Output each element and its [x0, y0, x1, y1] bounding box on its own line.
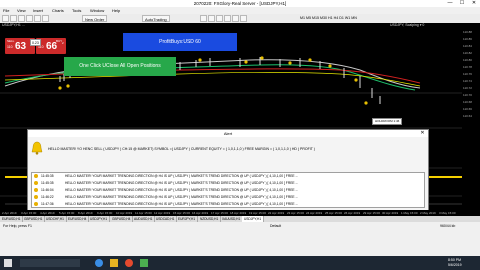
menu-window[interactable]: Window — [90, 8, 104, 13]
taskbar-time: 8:50 PM — [448, 258, 462, 262]
buy-price-big: 66 — [46, 41, 58, 52]
navigator-icon[interactable] — [26, 15, 33, 22]
price-tag: HOLDROOM 1:46 — [372, 118, 403, 125]
lot-input[interactable]: 0.23 — [30, 39, 41, 46]
tester-icon[interactable] — [42, 15, 49, 22]
log-row[interactable]: 11:45:35 HELLO MASTER! YOUR MARKET TRENDI… — [32, 180, 424, 186]
alert-icon — [34, 181, 38, 185]
close-all-positions-button[interactable]: One Click UClose All Open Positions — [64, 57, 176, 76]
market-watch-icon[interactable] — [18, 15, 25, 22]
alert-icon — [34, 188, 38, 192]
menu-help[interactable]: Help — [112, 8, 120, 13]
alert-icon — [34, 195, 38, 199]
bar-chart-icon[interactable] — [200, 15, 207, 22]
sell-label: SELL — [7, 39, 15, 43]
grid-icon[interactable] — [240, 15, 247, 22]
alert-icon — [34, 174, 38, 178]
status-traffic: 960/44 kb — [440, 224, 456, 228]
sell-price-small: 110 — [7, 45, 13, 49]
timeframe-bar[interactable]: M1 M5 M15 M30 H1 H4 D1 W1 MN — [300, 16, 357, 20]
menu-view[interactable]: View — [17, 8, 26, 13]
log-row[interactable]: 11:46:04 HELLO MASTER! YOUR MARKET TRENDI… — [32, 187, 424, 193]
log-row[interactable]: 11:45:35 HELLO MASTER! YOUR MARKET TRENDI… — [32, 173, 424, 179]
status-profile: Default — [270, 224, 282, 228]
line-chart-icon[interactable] — [216, 15, 223, 22]
title-bar: 2070220: FXGlory-Real Server - [USDJPY,H… — [0, 0, 480, 7]
windows-start-icon[interactable] — [4, 259, 12, 267]
log-row[interactable]: 11:47:36 HELLO MASTER! YOUR MARKET TRENDI… — [32, 201, 424, 207]
app-icon[interactable] — [125, 259, 133, 267]
profit-buys-button[interactable]: ProfitBuys:USD 60 — [123, 33, 237, 51]
log-row[interactable]: 11:46:22 HELLO MASTER! YOUR MARKET TRENDI… — [32, 194, 424, 200]
buy-price-sup: 2 — [62, 41, 64, 45]
profiles-icon[interactable] — [10, 15, 17, 22]
zoom-out-icon[interactable] — [232, 15, 239, 22]
profit-buys-label: ProfitBuys:USD 60 — [159, 39, 201, 45]
window-title: 2070220: FXGlory-Real Server - [USDJPY,H… — [193, 1, 287, 6]
folder-icon[interactable] — [110, 259, 118, 267]
candle-chart-icon[interactable] — [208, 15, 215, 22]
sell-price-big: 63 — [15, 41, 27, 52]
close-button[interactable]: ✕ — [468, 0, 480, 7]
bell-icon — [31, 141, 43, 155]
browser-icon[interactable] — [95, 259, 103, 267]
status-help: For Help, press F1 — [3, 224, 32, 228]
terminal-app-icon[interactable] — [140, 259, 148, 267]
alert-icon — [34, 202, 38, 206]
menu-tools[interactable]: Tools — [72, 8, 81, 13]
alert-log-list[interactable]: 11:45:35 HELLO MASTER! YOUR MARKET TRENDI… — [31, 172, 425, 208]
dialog-title: Alert — [28, 130, 428, 137]
new-chart-icon[interactable] — [2, 15, 9, 22]
menu-charts[interactable]: Charts — [52, 8, 64, 13]
price-scale[interactable]: 110.88 110.86 110.84 110.82 110.80 110.7… — [462, 28, 480, 210]
alert-message: HELLO MASTER! YO HENC SELL ( USDJPY ) CH… — [48, 147, 315, 151]
taskbar-search-box[interactable] — [20, 259, 80, 267]
lot-value: 0.23 — [32, 41, 39, 45]
menu-file[interactable]: File — [3, 8, 9, 13]
auto-trading-button[interactable]: AutoTrading — [142, 15, 170, 22]
taskbar: 8:50 PM 5/6/2019 — [0, 256, 480, 270]
status-bar: For Help, press F1 Default 960/44 kb — [0, 222, 480, 256]
maximize-button[interactable]: ☐ — [456, 0, 468, 7]
alert-dialog: Alert ✕ HELLO MASTER! YO HENC SELL ( USD… — [27, 129, 429, 222]
close-all-label: One Click UClose All Open Positions — [79, 63, 161, 69]
new-order-button[interactable]: New Order — [82, 15, 108, 22]
dialog-close-icon[interactable]: ✕ — [418, 130, 427, 137]
taskbar-date: 5/6/2019 — [448, 263, 462, 267]
menu-insert[interactable]: Insert — [33, 8, 43, 13]
zoom-in-icon[interactable] — [224, 15, 231, 22]
terminal-icon[interactable] — [34, 15, 41, 22]
menu-bar: File View Insert Charts Tools Window Hel… — [0, 7, 480, 14]
minimize-button[interactable]: — — [444, 0, 456, 7]
